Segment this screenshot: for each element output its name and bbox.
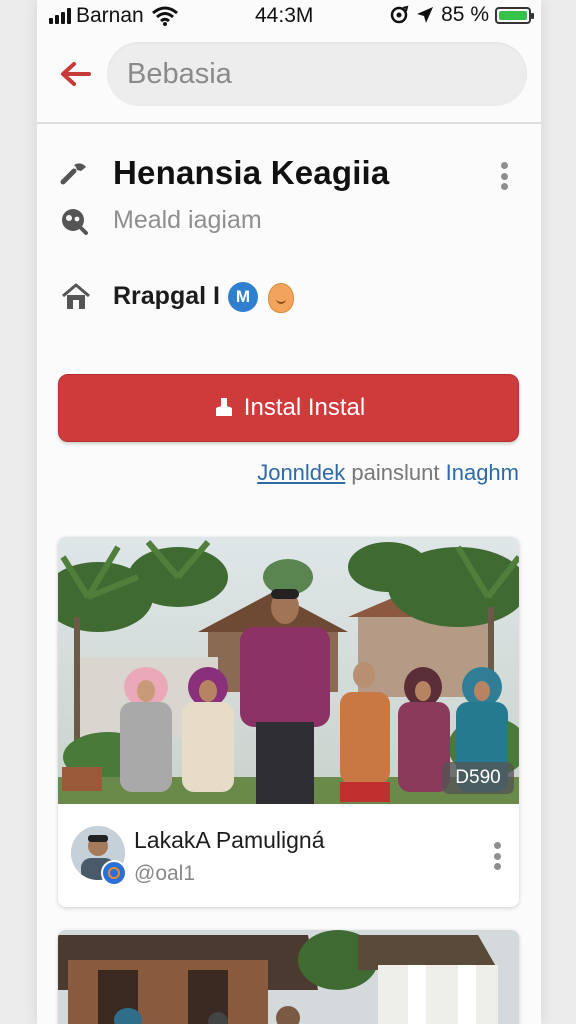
- sync-icon: [390, 5, 409, 24]
- video-card[interactable]: [58, 930, 519, 1024]
- video-duration: D590: [442, 762, 514, 794]
- channel-badge: [101, 860, 127, 886]
- signal-icon: [49, 8, 71, 24]
- search-input[interactable]: [107, 42, 507, 106]
- search-header: [37, 32, 541, 124]
- more-vert-icon[interactable]: [492, 842, 502, 870]
- globe-icon: [62, 209, 88, 235]
- channel-name[interactable]: LakakA Pamuligná: [134, 827, 325, 854]
- download-icon: [215, 398, 232, 416]
- tools-icon: [60, 163, 86, 185]
- home-icon: [62, 283, 90, 309]
- status-right: 85 %: [389, 3, 534, 27]
- developer-name[interactable]: Rrapgal I: [113, 282, 220, 311]
- video-thumbnail[interactable]: [58, 930, 519, 1024]
- link-2[interactable]: Inaghm: [446, 460, 519, 485]
- status-left: Barnan: [49, 4, 178, 28]
- location-icon: [417, 7, 434, 23]
- back-arrow-icon[interactable]: [57, 56, 93, 92]
- info-links: Jonnldek painslunt Inaghm: [257, 460, 519, 486]
- wifi-icon: [151, 6, 178, 26]
- status-bar: Barnan 44:3M 85 %: [37, 0, 541, 32]
- battery-percent: 85 %: [441, 3, 489, 26]
- app-title: Henansia Keagiia: [113, 154, 390, 191]
- battery-fill: [499, 10, 527, 20]
- link-separator-text: painslunt: [351, 460, 440, 485]
- video-card[interactable]: D590 LakakA Pamuligná @oal1: [58, 537, 519, 907]
- more-vert-icon[interactable]: [499, 162, 509, 190]
- link-1[interactable]: Jonnldek: [257, 460, 345, 485]
- install-label: Instal Instal: [243, 394, 366, 421]
- clock: 44:3M: [255, 4, 314, 27]
- app-subtitle: Meald iagiam: [113, 206, 262, 234]
- emoji-badge: [268, 283, 294, 313]
- search-box[interactable]: [107, 42, 527, 106]
- verified-badge: M: [228, 282, 258, 312]
- install-button[interactable]: Instal Instal: [58, 374, 519, 442]
- battery-icon: [495, 6, 534, 24]
- phone-screen: Barnan 44:3M 85 % Bebasia Henansia Keagi…: [37, 0, 541, 1024]
- channel-handle: @oal1: [134, 862, 196, 885]
- carrier-name: Barnan: [76, 4, 144, 27]
